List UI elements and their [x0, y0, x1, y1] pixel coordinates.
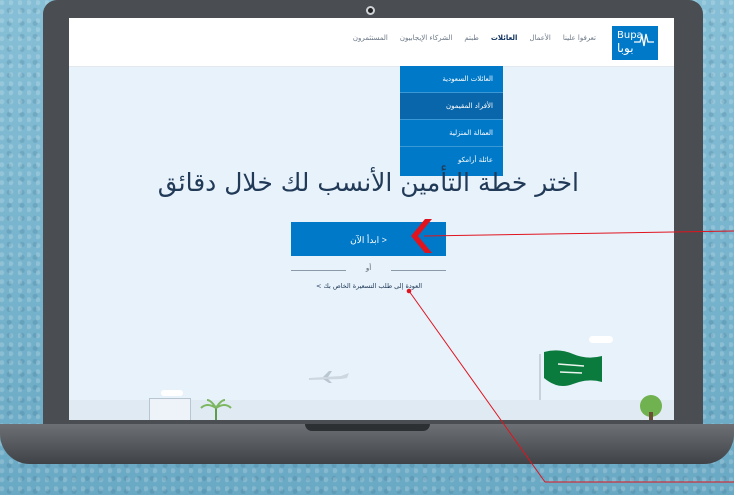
cloud-illustration: [161, 390, 183, 396]
airplane-illustration: [309, 371, 349, 383]
nav-item-families[interactable]: العائلات: [491, 34, 518, 42]
dropdown-item-saudi-families[interactable]: العائلات السعودية: [400, 66, 503, 93]
dropdown-item-residents[interactable]: الأفراد المقيمون: [400, 93, 503, 120]
page-title: اختر خطة التأمين الأنسب لك خلال دقائق: [157, 168, 579, 197]
building-illustration: [149, 398, 191, 420]
nav-item-business[interactable]: الأعمال: [529, 34, 550, 42]
palm-illustration: [200, 399, 232, 420]
tree-illustration: [640, 395, 662, 420]
nav-item-tibtum[interactable]: طبتم: [464, 34, 478, 42]
navbar: Bupa بوبا تعرفوا علينا الأعمال العائلات …: [69, 18, 674, 67]
start-now-button[interactable]: ابدأ الآن >: [291, 222, 446, 256]
or-divider: أو: [291, 264, 446, 276]
saudi-flag-illustration: [544, 350, 602, 386]
back-to-quote-link[interactable]: العودة إلى طلب التسعيرة الخاص بك >: [249, 282, 489, 290]
nav-item-partners[interactable]: الشركاء الإيجابيون: [400, 34, 453, 42]
nav-item-about[interactable]: تعرفوا علينا: [563, 34, 596, 42]
cloud-illustration: [589, 336, 613, 343]
divider-line: [391, 270, 446, 271]
laptop-frame: Bupa بوبا تعرفوا علينا الأعمال العائلات …: [43, 0, 703, 438]
camera-icon: [366, 6, 375, 15]
bupa-logo[interactable]: Bupa بوبا: [612, 26, 658, 60]
heartbeat-icon: [634, 33, 654, 47]
families-dropdown: العائلات السعودية الأفراد المقيمون العما…: [400, 66, 503, 176]
nav-menu: تعرفوا علينا الأعمال العائلات طبتم الشرك…: [353, 34, 596, 42]
screen: Bupa بوبا تعرفوا علينا الأعمال العائلات …: [69, 18, 674, 420]
dropdown-item-domestic-workers[interactable]: العمالة المنزلية: [400, 120, 503, 147]
nav-item-investors[interactable]: المستثمرون: [353, 34, 388, 42]
laptop-notch: [305, 424, 430, 431]
